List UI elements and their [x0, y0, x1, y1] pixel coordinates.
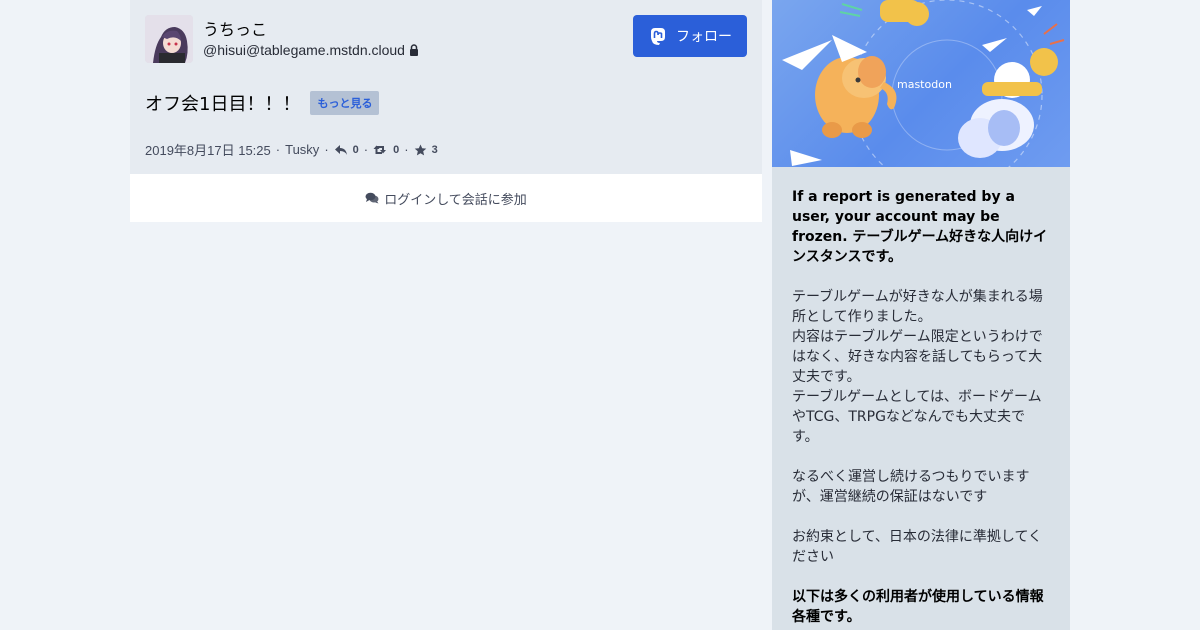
boost-icon — [373, 144, 387, 154]
sidebar: mastodon If a report is generated by a u… — [772, 0, 1070, 630]
about-paragraph-strong: 以下は多くの利用者が使用している情報各種です。 — [792, 589, 1044, 625]
comments-icon — [365, 192, 379, 204]
status-text: オフ会1日目！！！ — [145, 94, 301, 115]
mastodon-elephant-illustration: mastodon — [782, 0, 1065, 167]
login-label: ログインして会話に参加 — [384, 192, 527, 208]
account-handle-text: @hisui@tablegame.mstdn.cloud — [203, 42, 405, 58]
follow-label: フォロー — [676, 29, 732, 45]
about-paragraph: テーブルゲームが好きな人が集まれる場所として作りました。 内容はテーブルゲーム限… — [792, 289, 1043, 445]
meta-separator: · — [275, 142, 281, 157]
boost-count: 0 — [393, 143, 400, 156]
follow-button[interactable]: フォロー — [633, 15, 747, 57]
reply-count: 0 — [352, 143, 359, 156]
about-paragraph: お約束として、日本の法律に準拠してください — [792, 529, 1043, 565]
display-name[interactable]: うちっこ — [203, 16, 267, 40]
show-more-button[interactable]: もっと見る — [310, 91, 380, 115]
mastodon-icon — [651, 28, 665, 45]
about-headline: If a report is generated by a user, your… — [792, 189, 1048, 265]
hero-logo-text: mastodon — [897, 78, 952, 91]
status-meta: 2019年8月17日 15:25 · Tusky · 0 · 0 · 3 — [145, 140, 438, 159]
meta-separator: · — [404, 142, 409, 157]
page: うちっこ @hisui@tablegame.mstdn.cloud フォロー オ… — [0, 0, 1200, 630]
status-card: うちっこ @hisui@tablegame.mstdn.cloud フォロー オ… — [130, 0, 762, 174]
star-icon — [414, 144, 426, 155]
about-section: If a report is generated by a user, your… — [772, 167, 1070, 627]
status-date[interactable]: 2019年8月17日 15:25 — [145, 140, 271, 159]
login-to-join-button[interactable]: ログインして会話に参加 — [130, 174, 762, 222]
status-application[interactable]: Tusky — [285, 142, 319, 157]
hero-illustration: mastodon — [772, 0, 1070, 167]
meta-separator: · — [363, 142, 369, 157]
avatar[interactable] — [145, 15, 193, 63]
status-content: オフ会1日目！！！ もっと見る — [145, 90, 380, 116]
favourite-count: 3 — [431, 143, 438, 156]
avatar-image — [145, 15, 193, 63]
account-handle[interactable]: @hisui@tablegame.mstdn.cloud — [203, 42, 419, 58]
lock-icon — [409, 44, 418, 56]
reply-icon — [334, 144, 347, 155]
meta-separator: · — [324, 142, 329, 157]
about-paragraph: なるべく運営し続けるつもりでいますが、運営継続の保証はないです — [792, 469, 1030, 505]
